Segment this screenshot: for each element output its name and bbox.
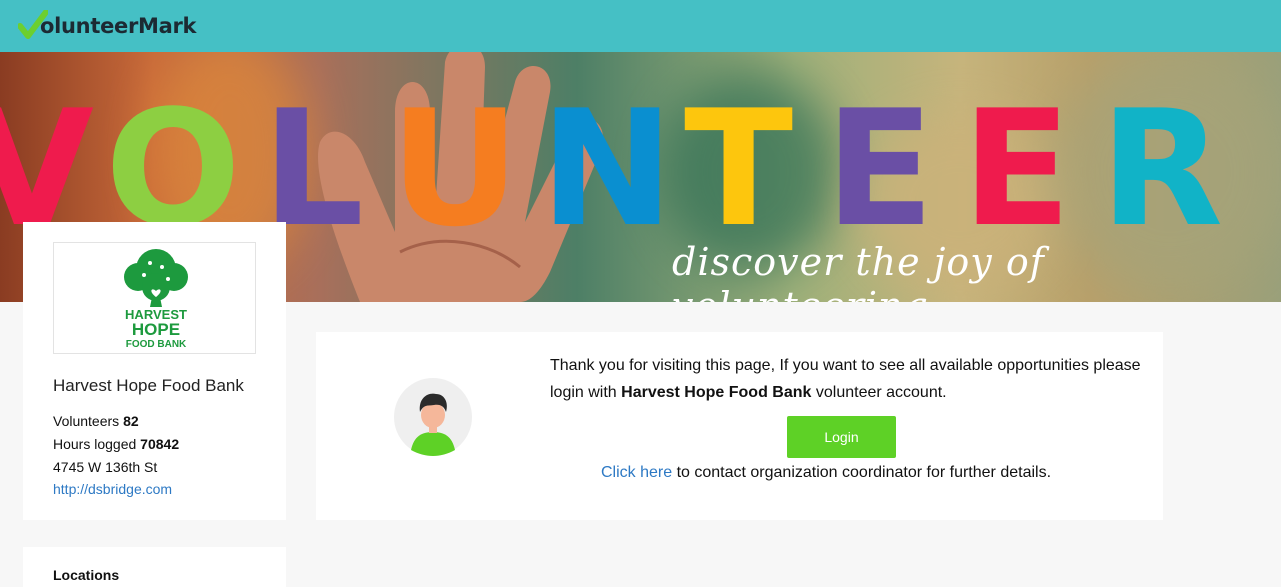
organization-address: 4745 W 136th St bbox=[53, 459, 158, 475]
wordmark-letter-2: O bbox=[105, 76, 241, 236]
harvest-hope-logo: HARVEST HOPE FOOD BANK bbox=[124, 249, 188, 350]
top-navbar: olunteerMark bbox=[0, 0, 1281, 52]
click-here-link[interactable]: Click here bbox=[601, 464, 672, 481]
wordmark-letter-3: L bbox=[262, 76, 364, 236]
login-button[interactable]: Login bbox=[787, 416, 896, 458]
contact-text: to contact organization coordinator for … bbox=[672, 464, 1052, 481]
organization-card: HARVEST HOPE FOOD BANK Harvest Hope Food… bbox=[23, 222, 286, 520]
locations-card: Locations bbox=[23, 547, 286, 587]
wordmark-letter-4: U bbox=[390, 76, 520, 236]
banner-tagline: discover the joy of volunteering bbox=[672, 240, 1045, 302]
login-prompt-card: Thank you for visiting this page, If you… bbox=[316, 332, 1163, 520]
organization-website-link[interactable]: http://dsbridge.com bbox=[53, 481, 172, 497]
volunteers-value: 82 bbox=[123, 413, 139, 429]
wordmark-letter-5: N bbox=[540, 76, 674, 236]
hours-label: Hours logged bbox=[53, 436, 137, 452]
hours-value: 70842 bbox=[140, 436, 180, 452]
hours-logged: Hours logged 70842 bbox=[53, 436, 179, 452]
organization-name: Harvest Hope Food Bank bbox=[53, 376, 244, 395]
volunteers-count: Volunteers 82 bbox=[53, 413, 139, 429]
organization-logo-frame: HARVEST HOPE FOOD BANK bbox=[53, 242, 256, 354]
logo-hope-text: HOPE bbox=[132, 320, 180, 339]
locations-heading: Locations bbox=[53, 567, 120, 583]
wordmark-letter-7: E bbox=[825, 76, 934, 236]
volunteer-wordmark: V O L U N T E E R bbox=[0, 76, 1223, 236]
wordmark-letter-1: V bbox=[0, 76, 94, 236]
login-message: Thank you for visiting this page, If you… bbox=[550, 352, 1150, 406]
wordmark-letter-9: R bbox=[1100, 76, 1223, 236]
volunteers-label: Volunteers bbox=[53, 413, 120, 429]
logo-foodbank-text: FOOD BANK bbox=[126, 339, 187, 350]
login-message-org: Harvest Hope Food Bank bbox=[621, 384, 812, 401]
contact-coordinator-line: Click here to contact organization coord… bbox=[601, 464, 1051, 482]
volunteermark-logo[interactable]: olunteerMark bbox=[18, 10, 197, 42]
brand-name: olunteerMark bbox=[40, 14, 197, 38]
wordmark-letter-8: E bbox=[962, 76, 1071, 236]
wordmark-letter-6: T bbox=[684, 76, 793, 236]
user-avatar-icon bbox=[394, 378, 472, 456]
login-message-suffix: volunteer account. bbox=[811, 384, 947, 401]
